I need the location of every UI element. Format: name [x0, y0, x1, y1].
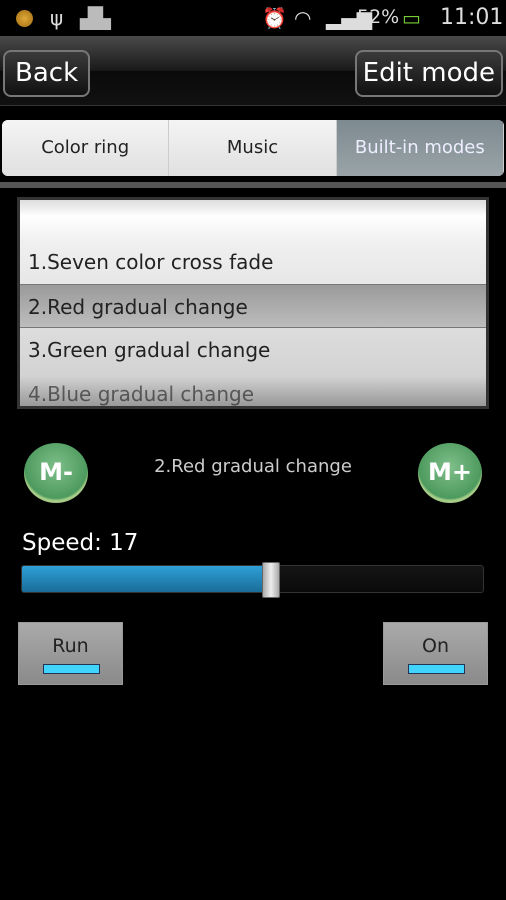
mode-item-selected[interactable]: 2.Red gradual change — [20, 284, 486, 328]
mode-picker[interactable]: 1.Seven color cross fade 2.Red gradual c… — [17, 197, 489, 409]
on-indicator — [408, 664, 465, 674]
divider — [0, 182, 506, 188]
usb-icon: ψ — [50, 6, 64, 30]
speed-slider[interactable] — [21, 562, 484, 598]
mode-item[interactable]: 1.Seven color cross fade — [20, 240, 486, 284]
run-toggle[interactable]: Run — [18, 622, 123, 685]
tab-bar: Color ring Music Built-in modes — [2, 120, 504, 176]
tab-built-in-modes[interactable]: Built-in modes — [336, 120, 504, 176]
header-bar: Back Edit mode — [0, 36, 506, 106]
slider-thumb[interactable] — [261, 562, 280, 598]
run-label: Run — [52, 635, 89, 657]
battery-level: 52% — [357, 6, 400, 28]
slider-fill — [22, 566, 271, 592]
android-icon: ▟▙ — [80, 6, 111, 30]
on-label: On — [422, 635, 449, 657]
on-toggle[interactable]: On — [383, 622, 488, 685]
wifi-icon: ◠ — [294, 6, 312, 30]
tab-music[interactable]: Music — [169, 120, 337, 176]
battery-charging-icon: ▭ — [402, 6, 421, 30]
alarm-icon: ⏰ — [262, 6, 287, 30]
run-indicator — [43, 664, 100, 674]
mode-plus-button[interactable]: M+ — [418, 443, 482, 503]
mode-item[interactable]: 4.Blue gradual change — [20, 372, 486, 406]
back-button[interactable]: Back — [3, 50, 91, 97]
edit-mode-button[interactable]: Edit mode — [354, 50, 503, 97]
speed-label: Speed: 17 — [22, 530, 139, 556]
mode-item[interactable]: 3.Green gradual change — [20, 328, 486, 372]
clock: 11:01 — [440, 5, 504, 30]
status-bar: ψ ▟▙ ⏰ ◠ ▂▄▆ 52% ▭ 11:01 — [0, 0, 506, 36]
tab-color-ring[interactable]: Color ring — [2, 120, 170, 176]
notification-coin-icon — [16, 10, 33, 27]
